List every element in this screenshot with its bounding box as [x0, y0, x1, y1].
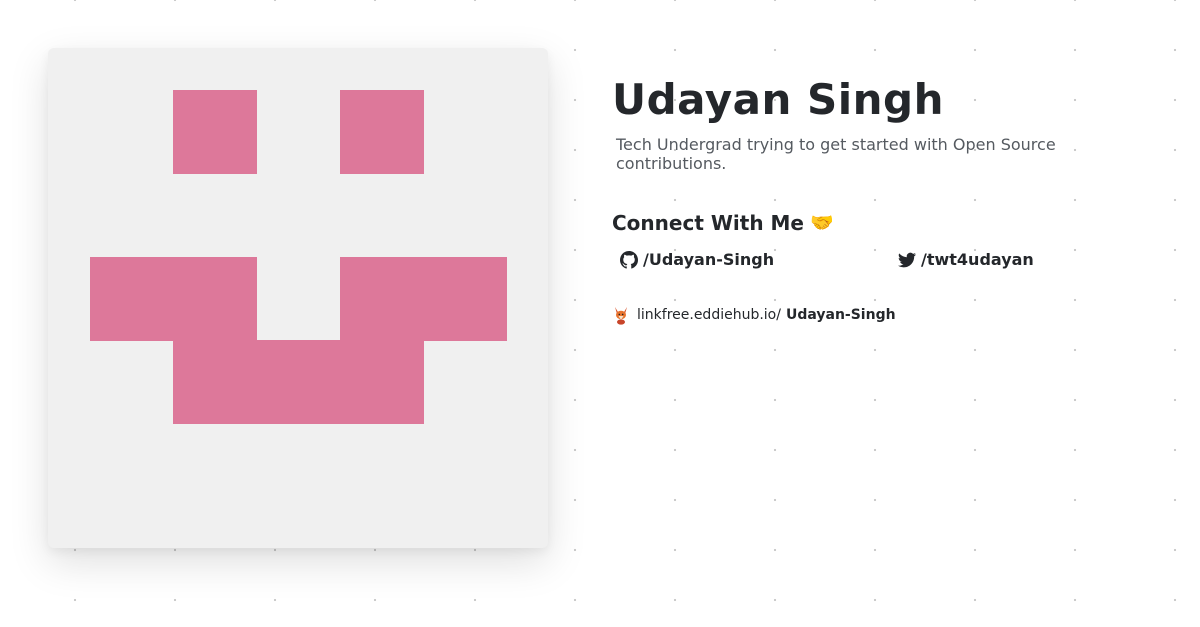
github-link-label: /Udayan-Singh — [643, 250, 775, 269]
identicon-block — [173, 340, 424, 424]
footer-username: Udayan-Singh — [785, 307, 896, 323]
connect-heading-text: Connect With Me — [612, 211, 804, 235]
identicon-block — [340, 257, 507, 341]
github-link[interactable]: /Udayan-Singh — [620, 250, 890, 269]
twitter-link-label: /twt4udayan — [921, 250, 1034, 269]
identicon-block — [90, 257, 257, 341]
github-icon — [620, 250, 638, 269]
connect-heading: Connect With Me 🤝 — [612, 211, 1172, 235]
linkfree-fox-icon — [615, 307, 627, 325]
footer-domain: linkfree.eddiehub.io/ — [637, 307, 781, 323]
handshake-icon: 🤝 — [809, 211, 834, 234]
profile-info: Udayan Singh Tech Undergrad trying to ge… — [612, 74, 1172, 325]
twitter-link[interactable]: /twt4udayan — [898, 250, 1034, 269]
identicon-block — [340, 90, 424, 174]
twitter-icon — [898, 252, 916, 267]
identicon-avatar — [90, 90, 507, 424]
avatar — [48, 48, 548, 548]
identicon-block — [173, 90, 257, 174]
profile-bio: Tech Undergrad trying to get started wit… — [616, 135, 1056, 173]
linkfree-footer: linkfree.eddiehub.io/ Udayan-Singh — [612, 305, 1172, 325]
profile-name: Udayan Singh — [612, 75, 944, 124]
social-links: /Udayan-Singh /twt4udayan — [612, 250, 1172, 269]
